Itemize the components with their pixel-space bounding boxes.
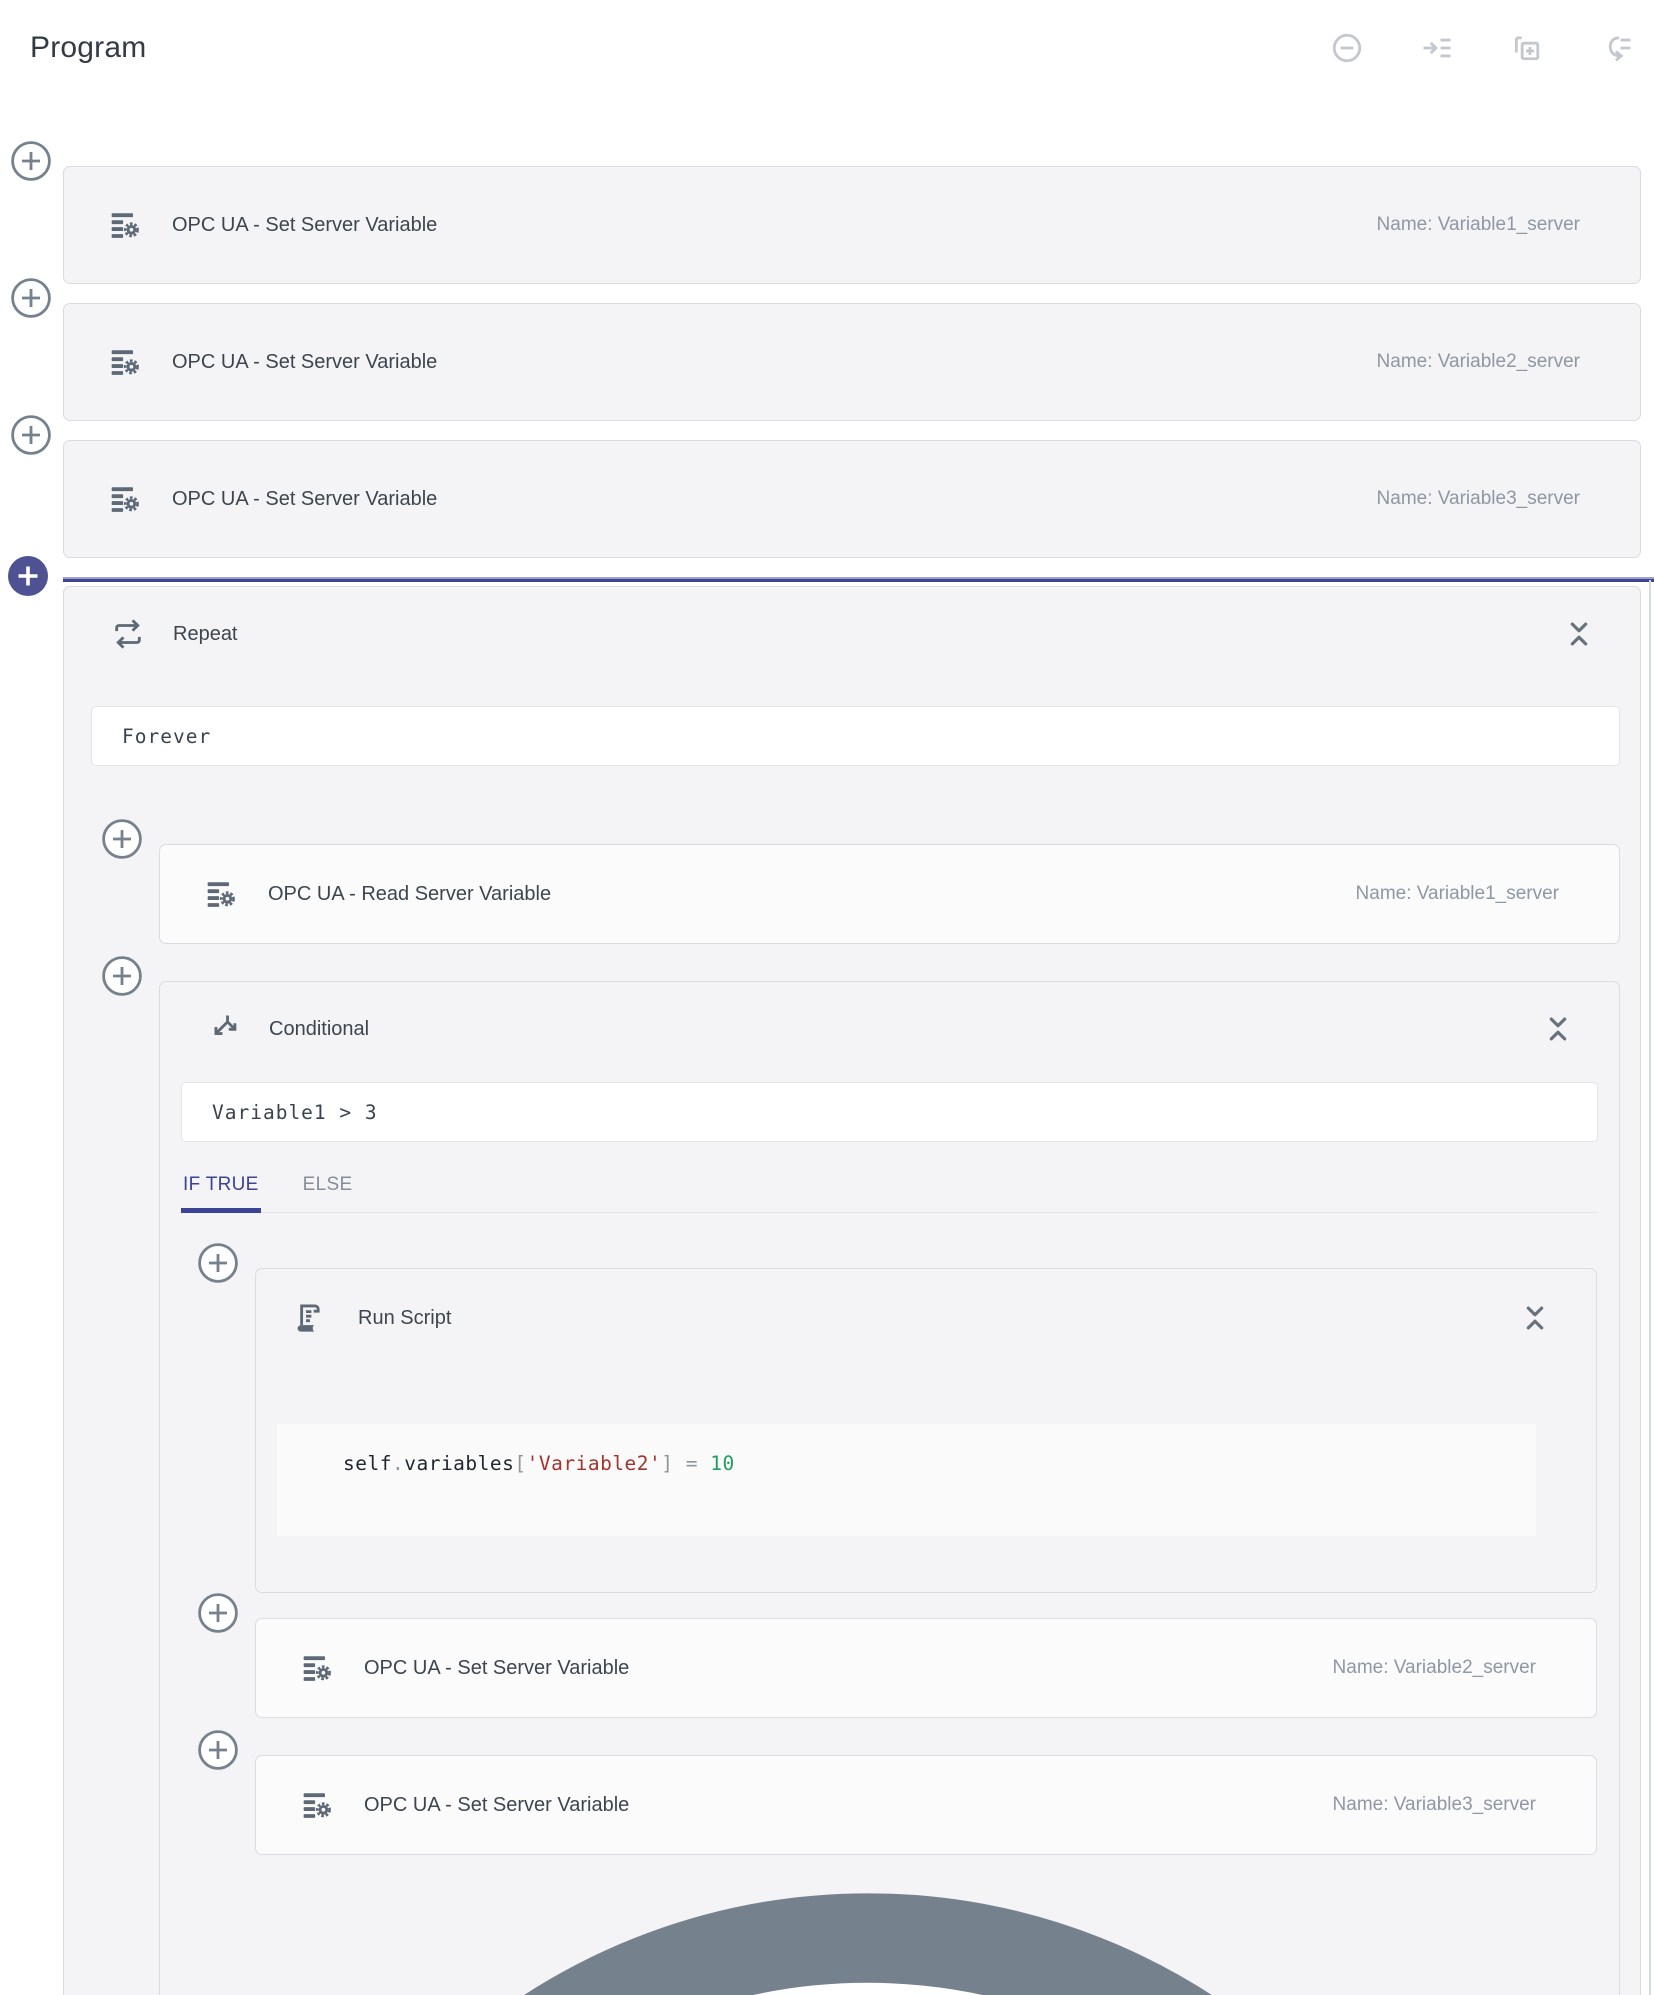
list-settings-icon	[301, 1789, 333, 1821]
repeat-icon	[111, 617, 145, 651]
block-title: OPC UA - Set Server Variable	[364, 1657, 1333, 1680]
insert-step-button[interactable]	[101, 955, 143, 997]
insert-step-button[interactable]	[197, 1242, 239, 1284]
code-token: [	[514, 1452, 526, 1475]
program-row: OPC UA - Set Server Variable Name: Varia…	[255, 1618, 1597, 1718]
collapse-icon[interactable]	[1519, 1302, 1551, 1334]
repeat-header: Repeat	[64, 587, 1640, 651]
condition-input[interactable]: Variable1 > 3	[181, 1082, 1598, 1142]
reorder-list-icon[interactable]	[1600, 31, 1634, 65]
insert-step-button[interactable]	[197, 1729, 239, 1771]
block-title: OPC UA - Set Server Variable	[172, 488, 1377, 511]
duplicate-block-icon[interactable]	[1510, 31, 1544, 65]
block-title: Repeat	[173, 623, 1563, 646]
code-token: 'Variable2'	[527, 1452, 662, 1475]
conditional-branch-icon	[207, 1012, 241, 1046]
block-name-label: Name: Variable3_server	[1377, 488, 1580, 510]
conditional-tabs: IF TRUE ELSE	[181, 1160, 1598, 1213]
program-row: Conditional Variable1 > 3 IF TRUE ELSE	[159, 981, 1620, 1995]
block-run-script[interactable]: Run Script self.variables['Variable2'] =…	[255, 1268, 1597, 1593]
block-name-label: Name: Variable2_server	[1377, 351, 1580, 373]
collapse-icon[interactable]	[1542, 1013, 1574, 1045]
insert-step-button[interactable]	[10, 414, 52, 456]
block-conditional[interactable]: Conditional Variable1 > 3 IF TRUE ELSE	[159, 981, 1620, 1995]
conditional-header: Conditional	[160, 982, 1619, 1046]
repeat-mode-field: Forever	[91, 706, 1620, 766]
block-name-label: Name: Variable1_server	[1377, 214, 1580, 236]
block-name-label: Name: Variable1_server	[1356, 883, 1559, 905]
block-opcua-read-server-variable[interactable]: OPC UA - Read Server Variable Name: Vari…	[159, 844, 1620, 944]
code-token: self	[343, 1452, 392, 1475]
list-settings-icon	[109, 346, 141, 378]
program-row: Run Script self.variables['Variable2'] =…	[255, 1268, 1597, 1593]
block-title: Conditional	[269, 1018, 1542, 1041]
block-name-label: Name: Variable3_server	[1333, 1794, 1536, 1816]
remove-circle-icon[interactable]	[1330, 31, 1364, 65]
collapse-icon[interactable]	[1563, 618, 1595, 650]
program-row: OPC UA - Set Server Variable Name: Varia…	[63, 166, 1641, 284]
list-settings-icon	[109, 209, 141, 241]
insert-step-button[interactable]	[197, 1855, 1539, 1995]
list-settings-icon	[301, 1652, 333, 1684]
if-true-children: Run Script self.variables['Variable2'] =…	[255, 1268, 1597, 1995]
insert-step-button[interactable]	[10, 140, 52, 182]
block-repeat[interactable]: Repeat Forever OPC UA - Read Server Vari…	[63, 586, 1641, 1995]
condition-field: Variable1 > 3	[181, 1082, 1598, 1142]
repeat-mode-input[interactable]: Forever	[91, 706, 1620, 766]
insert-step-button-active[interactable]	[7, 555, 49, 597]
code-token: ]	[661, 1452, 673, 1475]
block-title: Run Script	[358, 1307, 1519, 1330]
top-bar: Program	[0, 0, 1654, 70]
program-canvas: OPC UA - Set Server Variable Name: Varia…	[0, 166, 1654, 1995]
block-opcua-set-server-variable[interactable]: OPC UA - Set Server Variable Name: Varia…	[255, 1755, 1597, 1855]
program-toolbar	[1330, 31, 1634, 65]
block-opcua-set-server-variable[interactable]: OPC UA - Set Server Variable Name: Varia…	[63, 440, 1641, 558]
insert-step-button[interactable]	[197, 1592, 239, 1634]
code-token: variables	[404, 1452, 514, 1475]
block-opcua-set-server-variable[interactable]: OPC UA - Set Server Variable Name: Varia…	[63, 303, 1641, 421]
program-row: OPC UA - Set Server Variable Name: Varia…	[63, 440, 1641, 558]
insert-step-button[interactable]	[101, 818, 143, 860]
block-opcua-set-server-variable[interactable]: OPC UA - Set Server Variable Name: Varia…	[63, 166, 1641, 284]
block-opcua-set-server-variable[interactable]: OPC UA - Set Server Variable Name: Varia…	[255, 1618, 1597, 1718]
block-name-label: Name: Variable2_server	[1333, 1657, 1536, 1679]
program-row: OPC UA - Read Server Variable Name: Vari…	[159, 844, 1620, 944]
script-scroll-icon	[291, 1301, 325, 1335]
tab-else[interactable]: ELSE	[301, 1160, 355, 1212]
drop-indicator	[63, 577, 1654, 582]
run-script-header: Run Script	[256, 1269, 1596, 1335]
block-title: OPC UA - Set Server Variable	[364, 1794, 1333, 1817]
tab-if-true[interactable]: IF TRUE	[181, 1160, 261, 1212]
list-settings-icon	[109, 483, 141, 515]
code-token: .	[392, 1452, 404, 1475]
block-title: OPC UA - Set Server Variable	[172, 214, 1377, 237]
code-token: =	[674, 1452, 711, 1475]
code-token: 10	[710, 1452, 734, 1475]
list-settings-icon	[205, 878, 237, 910]
script-code-editor[interactable]: self.variables['Variable2'] = 10	[277, 1424, 1536, 1536]
page-title: Program	[30, 31, 146, 65]
block-title: OPC UA - Read Server Variable	[268, 883, 1356, 906]
program-row: OPC UA - Set Server Variable Name: Varia…	[255, 1755, 1597, 1855]
block-title: OPC UA - Set Server Variable	[172, 351, 1377, 374]
insert-into-list-icon[interactable]	[1420, 31, 1454, 65]
program-row: OPC UA - Set Server Variable Name: Varia…	[63, 303, 1641, 421]
insert-step-button[interactable]	[10, 277, 52, 319]
repeat-children: OPC UA - Read Server Variable Name: Vari…	[159, 844, 1620, 1995]
repeat-drop-zone: Repeat Forever OPC UA - Read Server Vari…	[63, 586, 1641, 1995]
